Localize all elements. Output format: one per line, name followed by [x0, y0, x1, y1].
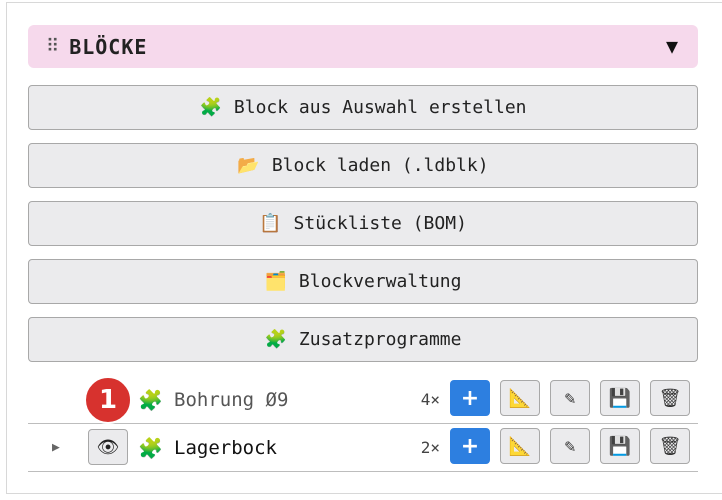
- section-title: BLÖCKE: [69, 34, 148, 59]
- expand-triangle-icon[interactable]: ▶: [52, 440, 60, 455]
- card-index-dividers-icon: 🗂️: [264, 271, 287, 292]
- block-management-button[interactable]: 🗂️ Blockverwaltung: [28, 259, 698, 304]
- block-count: 4×: [420, 390, 440, 409]
- folder-open-icon: 📂: [237, 155, 260, 176]
- trash-icon[interactable]: 🗑: [650, 428, 690, 464]
- create-block-from-selection-button[interactable]: 🧩 Block aus Auswahl erstellen: [28, 85, 698, 130]
- puzzle-icon: 🧩: [138, 436, 163, 460]
- block-row-bohrung[interactable]: 1 🧩 Bohrung Ø9 4× + 📐 ✎ 💾 🗑: [28, 376, 698, 424]
- save-icon[interactable]: 💾: [600, 380, 640, 416]
- ruler-icon[interactable]: 📐: [500, 428, 540, 464]
- puzzle-icon: 🧩: [264, 329, 287, 350]
- visibility-eye-icon[interactable]: 👁: [88, 429, 128, 465]
- edit-icon[interactable]: ✎: [550, 428, 590, 464]
- block-row-lagerbock[interactable]: ▶ 👁 🧩 Lagerbock 2× + 📐 ✎ 💾 🗑: [28, 424, 698, 472]
- button-label: Stückliste (BOM): [293, 213, 467, 234]
- block-count: 2×: [420, 438, 440, 457]
- edit-icon[interactable]: ✎: [550, 380, 590, 416]
- block-name[interactable]: Bohrung Ø9: [174, 389, 288, 411]
- bom-button[interactable]: 📋 Stückliste (BOM): [28, 201, 698, 246]
- save-icon[interactable]: 💾: [600, 428, 640, 464]
- button-label: Zusatzprogramme: [298, 329, 462, 350]
- drag-handle-icon[interactable]: ⠿: [46, 36, 59, 57]
- ruler-icon[interactable]: 📐: [500, 380, 540, 416]
- trash-icon[interactable]: 🗑: [650, 380, 690, 416]
- block-name[interactable]: Lagerbock: [174, 437, 277, 459]
- collapse-triangle-icon[interactable]: ▼: [666, 34, 678, 58]
- add-instance-button[interactable]: +: [450, 428, 490, 464]
- button-label: Block laden (.ldblk): [271, 155, 489, 176]
- section-header-bloecke[interactable]: ⠿ BLÖCKE ▼: [28, 25, 698, 68]
- addon-programs-button[interactable]: 🧩 Zusatzprogramme: [28, 317, 698, 362]
- step-badge: 1: [84, 376, 132, 424]
- clipboard-icon: 📋: [259, 213, 282, 234]
- load-block-button[interactable]: 📂 Block laden (.ldblk): [28, 143, 698, 188]
- button-label: Blockverwaltung: [298, 271, 462, 292]
- puzzle-icon: 🧩: [138, 388, 163, 412]
- add-instance-button[interactable]: +: [450, 380, 490, 416]
- puzzle-icon: 🧩: [199, 97, 222, 118]
- button-label: Block aus Auswahl erstellen: [233, 97, 527, 118]
